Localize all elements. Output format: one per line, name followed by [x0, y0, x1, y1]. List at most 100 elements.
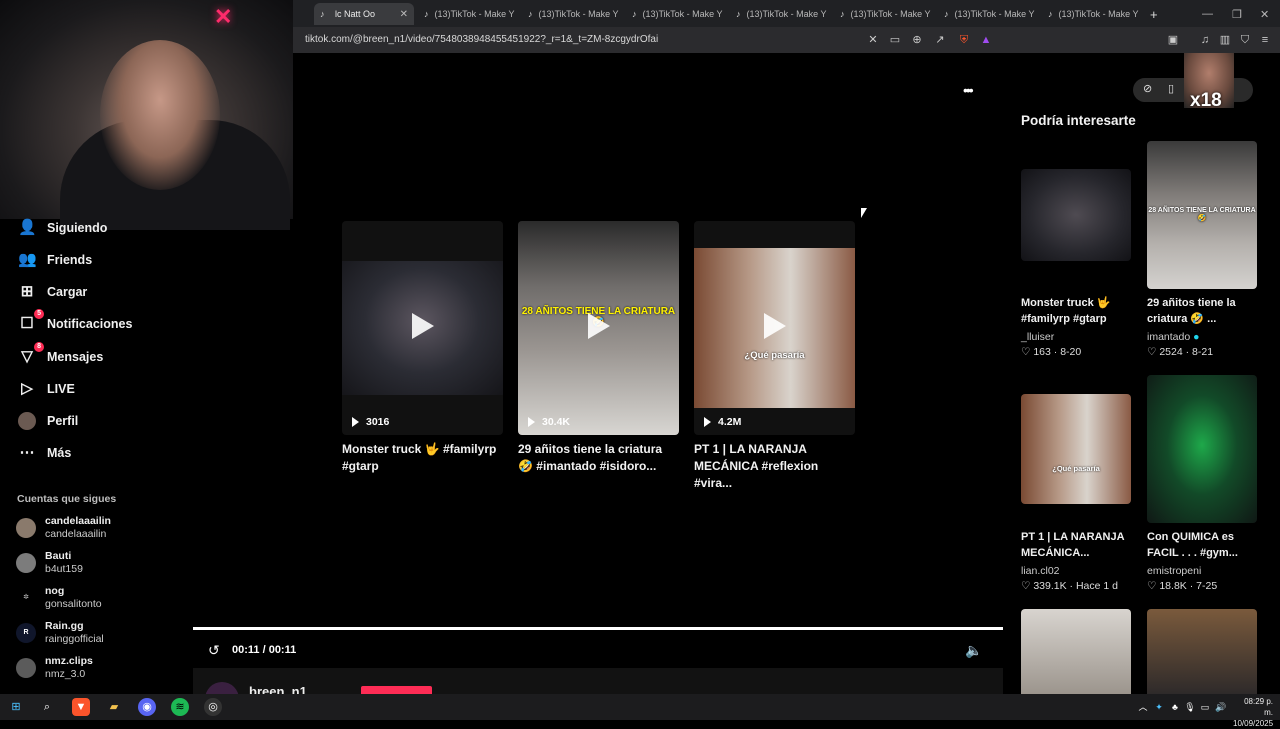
close-window-icon[interactable]: ✕	[1254, 3, 1275, 25]
recommend-video-title: Con QUIMICA es FACIL . . . #gym...	[1147, 531, 1238, 559]
browser-tab[interactable]: ♪ (13)TikTok - Make Y	[730, 3, 830, 25]
inbox-icon: ☐ 5	[18, 309, 44, 333]
account-handle: nmz_3.0	[45, 668, 86, 680]
menu-icon[interactable]: ≡	[1258, 33, 1272, 47]
related-video-title[interactable]: Monster truck 🤟 #familyrp #gtarp	[342, 441, 504, 475]
speaker-icon[interactable]: 🔊	[1212, 698, 1230, 716]
obs-icon[interactable]: ◎	[204, 698, 222, 716]
minimize-icon[interactable]: —	[1196, 3, 1219, 25]
recommend-stats: ♡ 18.8K · 7-25	[1147, 580, 1217, 592]
heart-icon: ♡	[1021, 580, 1034, 592]
related-video-card[interactable]: 28 AÑITOS TIENE LA CRIATURA 🤣 30.4K	[518, 221, 679, 435]
spotify-icon[interactable]: ≋	[171, 698, 189, 716]
browser-tab[interactable]: ♪ (13)TikTok - Make Y	[938, 3, 1038, 25]
sidebar-item-label: Notificaciones	[47, 317, 133, 331]
close-tab-icon[interactable]: ✕	[400, 9, 408, 20]
tab-label: (13)TikTok - Make Y	[954, 9, 1035, 19]
view-count: 4.2M	[704, 416, 741, 428]
browser-tab[interactable]: ♪ (13)TikTok - Make Y	[418, 3, 518, 25]
file-explorer-icon[interactable]: ▰	[105, 698, 123, 716]
author-bar: breen_n1	[193, 668, 1003, 716]
clock[interactable]: 08:29 p. m. 10/09/2025	[1233, 696, 1273, 729]
browser-tab-active[interactable]: ♪ lc Natt Oo ✕	[314, 3, 414, 25]
following-account[interactable]: Bauti b4ut159	[16, 550, 83, 576]
recommend-author: lian.cl02	[1021, 565, 1060, 577]
recommend-thumbnail[interactable]	[1021, 609, 1131, 694]
messages-badge: 8	[34, 342, 44, 352]
browser-tab[interactable]: ♪ (13)TikTok - Make Y	[834, 3, 934, 25]
picture-in-picture-icon[interactable]: ▭	[888, 33, 902, 47]
tiktok-icon: ♪	[736, 8, 741, 19]
tiktok-icon: ♪	[944, 8, 949, 19]
recommend-stats: ♡ 2524 · 8-21	[1147, 346, 1213, 358]
zoom-icon[interactable]: ⊕	[910, 33, 924, 47]
new-tab-button[interactable]: +	[1144, 3, 1160, 25]
browser-tab[interactable]: ♪ (13)TikTok - Make Y	[1042, 3, 1142, 25]
sidebar-toggle-icon[interactable]: ▣	[1166, 33, 1180, 47]
replay-icon[interactable]: ↺	[208, 642, 220, 659]
friends-icon: 👥	[18, 251, 37, 268]
brave-rewards-icon[interactable]: ▲	[979, 33, 993, 47]
app-icon[interactable]: ◉	[138, 698, 156, 716]
recommend-title: Podría interesarte	[1021, 113, 1136, 128]
messages-icon: ▽ 8	[18, 342, 44, 366]
following-account[interactable]: candelaaailin candelaaailin	[16, 515, 111, 541]
following-account[interactable]: nmz.clips nmz_3.0	[16, 655, 93, 681]
tiktok-icon: ♪	[320, 8, 325, 19]
webcam-face	[100, 40, 220, 190]
related-video-card[interactable]: ¿Qué pasaría 4.2M	[694, 221, 855, 435]
windows-taskbar: ⊞ ⌕ ▼ ▰ ◉ ≋ ◎ ︿ ✦ ♣ 🎙 ▭ 🔊 08:29 p. m. 10…	[0, 694, 1280, 728]
sidebar-item-siguiendo[interactable]: 👤 Siguiendo	[18, 219, 107, 237]
related-video-title[interactable]: PT 1 | LA NARANJA MECÁNICA #reflexion #v…	[694, 441, 856, 492]
sidebar-item-mas[interactable]: ⋯ Más	[18, 444, 72, 462]
recommend-thumbnail[interactable]	[1147, 609, 1257, 694]
brave-icon[interactable]: ▼	[72, 698, 90, 716]
related-video-title[interactable]: 29 añitos tiene la criatura 🤣 #imantado …	[518, 441, 680, 475]
likes: 163	[1033, 346, 1051, 358]
likes: 2524	[1159, 346, 1183, 358]
url-text[interactable]: tiktok.com/@breen_n1/video/7548038948455…	[305, 34, 658, 45]
sidebar-item-cargar[interactable]: ⊞ Cargar	[18, 283, 88, 301]
video-progress-bar[interactable]	[193, 627, 1003, 630]
tab-label: (13)TikTok - Make Y	[538, 9, 619, 19]
recommend-author: imantado ●	[1147, 331, 1199, 343]
more-options-button[interactable]: •••	[963, 82, 974, 98]
search-icon[interactable]: ⌕	[38, 698, 56, 716]
following-account[interactable]: ✲ nog gonsalitonto	[16, 585, 102, 611]
sidebar-item-live[interactable]: ▷ LIVE	[18, 380, 75, 398]
share-icon[interactable]: ↗	[933, 33, 947, 47]
recommend-video-title: 29 añitos tiene la criatura 🤣 ...	[1147, 297, 1236, 325]
neon-sign-icon: ✕	[214, 4, 233, 29]
brave-shield-icon[interactable]: ⛨	[957, 33, 971, 47]
separator: ·	[1182, 346, 1193, 358]
media-icon[interactable]: ♫	[1198, 33, 1212, 47]
vpn-icon[interactable]: ⛉	[1238, 33, 1252, 47]
account-name: candelaaailin	[45, 515, 111, 527]
author-name: imantado	[1147, 331, 1191, 343]
recommend-stats: ♡ 163 · 8-20	[1021, 346, 1081, 358]
following-account[interactable]: R Rain.gg rainggofficial	[16, 620, 104, 646]
streamer-webcam: ✕	[0, 0, 293, 230]
play-small-icon	[528, 417, 535, 427]
recommend-thumbnail: 28 AÑITOS TIENE LA CRIATURA 🤣	[1147, 141, 1257, 289]
multiplier-badge: x18	[1190, 90, 1222, 111]
volume-icon[interactable]: 🔈	[965, 642, 982, 659]
sidebar-item-perfil[interactable]: Perfil	[18, 412, 78, 430]
account-name: nmz.clips	[45, 655, 93, 667]
windows-start-icon[interactable]: ⊞	[7, 698, 25, 716]
browser-tab[interactable]: ♪ (13)TikTok - Make Y	[626, 3, 726, 25]
compass-icon[interactable]: ⊘	[1143, 82, 1152, 95]
browser-tab[interactable]: ♪ (13)TikTok - Make Y	[522, 3, 622, 25]
related-video-card[interactable]: 3016	[342, 221, 503, 435]
mute-tab-icon[interactable]: ✕	[866, 33, 880, 47]
reading-list-icon[interactable]: ▥	[1218, 33, 1232, 47]
view-count-value: 30.4K	[542, 416, 571, 428]
sidebar-item-mensajes[interactable]: ▽ 8 Mensajes	[18, 342, 103, 366]
sidebar-item-notificaciones[interactable]: ☐ 5 Notificaciones	[18, 309, 133, 333]
device-icon[interactable]: ▯	[1168, 82, 1174, 95]
view-count-value: 4.2M	[718, 416, 742, 428]
tiktok-icon: ♪	[528, 8, 533, 19]
restore-icon[interactable]: ❐	[1226, 3, 1248, 25]
heart-icon: ♡	[1021, 346, 1034, 358]
sidebar-item-friends[interactable]: 👥 Friends	[18, 251, 92, 269]
